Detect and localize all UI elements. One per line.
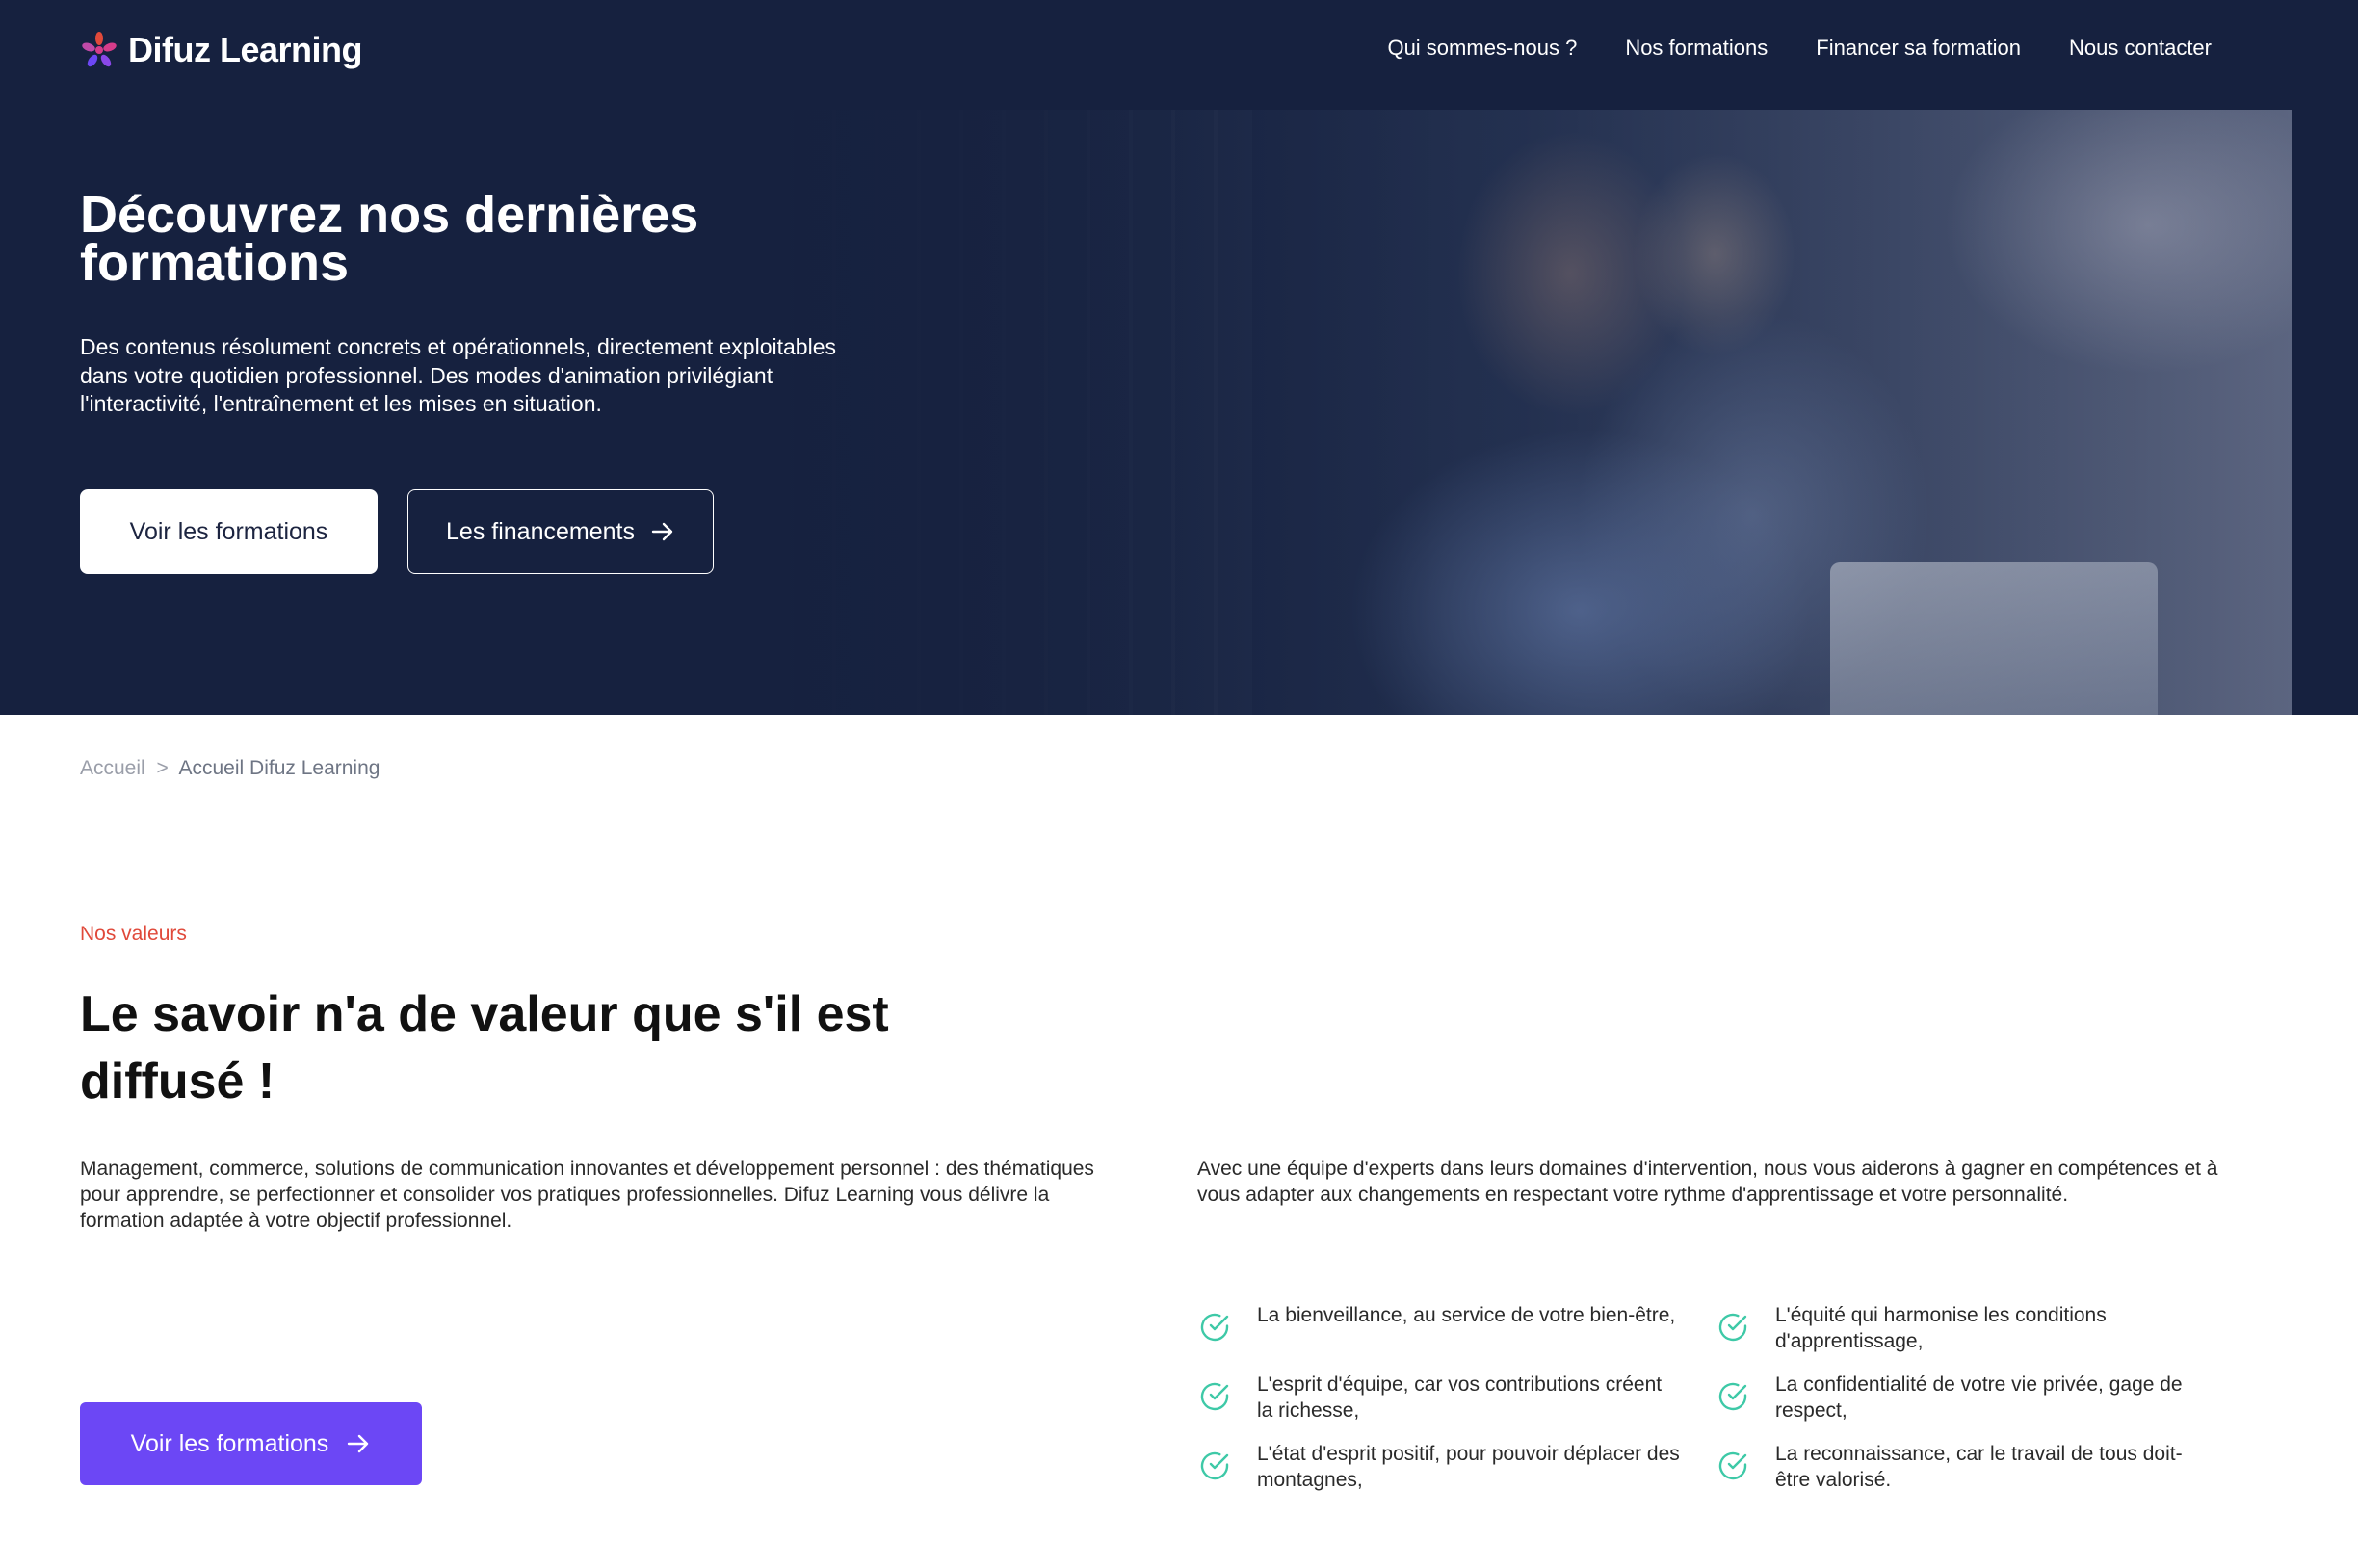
view-formations-button-label: Voir les formations xyxy=(129,517,328,545)
hero-section: Difuz Learning Qui sommes-nous ? Nos for… xyxy=(0,0,2358,715)
financing-button-label: Les financements xyxy=(446,517,635,545)
financing-button[interactable]: Les financements xyxy=(407,489,714,574)
list-item: L'équité qui harmonise les conditions d'… xyxy=(1716,1302,2218,1354)
hero-photo xyxy=(751,110,2292,715)
check-circle-icon xyxy=(1200,1451,1229,1480)
top-navigation-bar: Difuz Learning Qui sommes-nous ? Nos for… xyxy=(0,0,2358,110)
values-title: Le savoir n'a de valeur que s'il est dif… xyxy=(80,986,889,1110)
values-eyebrow: Nos valeurs xyxy=(80,923,187,945)
breadcrumb-current: Accueil Difuz Learning xyxy=(178,757,380,779)
nav-item-about[interactable]: Qui sommes-nous ? xyxy=(1387,33,1577,64)
values-description-left: Management, commerce, solutions de commu… xyxy=(80,1158,1094,1232)
breadcrumb-home-link[interactable]: Accueil xyxy=(80,757,145,779)
check-circle-icon xyxy=(1718,1382,1747,1411)
nav-item-contact[interactable]: Nous contacter xyxy=(2069,33,2212,64)
check-circle-icon xyxy=(1200,1382,1229,1411)
check-item-text: L'état d'esprit positif, pour pouvoir dé… xyxy=(1257,1443,1680,1491)
list-item: La confidentialité de votre vie privée, … xyxy=(1716,1372,2218,1424)
nav-item-financing[interactable]: Financer sa formation xyxy=(1816,33,2021,64)
brand-logo-icon xyxy=(82,32,117,67)
check-item-text: La confidentialité de votre vie privée, … xyxy=(1775,1373,2183,1422)
check-item-text: L'esprit d'équipe, car vos contributions… xyxy=(1257,1373,1663,1422)
check-circle-icon xyxy=(1200,1313,1229,1342)
list-item: L'esprit d'équipe, car vos contributions… xyxy=(1197,1372,1716,1424)
list-item: La reconnaissance, car le travail de tou… xyxy=(1716,1441,2218,1493)
arrow-right-icon xyxy=(651,522,673,541)
breadcrumb: Accueil > Accueil Difuz Learning xyxy=(80,755,380,782)
check-item-text: La reconnaissance, car le travail de tou… xyxy=(1775,1443,2183,1491)
main-nav: Qui sommes-nous ? Nos formations Finance… xyxy=(1387,33,2212,64)
brand-logo-link[interactable]: Difuz Learning xyxy=(80,29,363,71)
view-formations-button[interactable]: Voir les formations xyxy=(80,489,378,574)
arrow-right-icon xyxy=(348,1434,369,1453)
nav-item-formations[interactable]: Nos formations xyxy=(1625,33,1768,64)
brand-name: Difuz Learning xyxy=(128,30,363,69)
breadcrumb-separator: > xyxy=(156,757,169,779)
check-item-text: La bienveillance, au service de votre bi… xyxy=(1257,1304,1676,1326)
values-cta-label: Voir les formations xyxy=(130,1429,329,1457)
hero-title: Découvrez nos dernières formations xyxy=(80,186,699,292)
values-description-right: Avec une équipe d'experts dans leurs dom… xyxy=(1197,1158,2218,1206)
hero-photo-overlay xyxy=(751,110,2292,715)
check-circle-icon xyxy=(1718,1451,1747,1480)
check-item-text: L'équité qui harmonise les conditions d'… xyxy=(1775,1304,2107,1352)
check-circle-icon xyxy=(1718,1313,1747,1342)
values-view-formations-button[interactable]: Voir les formations xyxy=(80,1402,422,1485)
list-item: La bienveillance, au service de votre bi… xyxy=(1197,1302,1716,1354)
values-checklist: La bienveillance, au service de votre bi… xyxy=(1197,1302,2218,1493)
list-item: L'état d'esprit positif, pour pouvoir dé… xyxy=(1197,1441,1716,1493)
hero-description: Des contenus résolument concrets et opér… xyxy=(80,334,836,416)
